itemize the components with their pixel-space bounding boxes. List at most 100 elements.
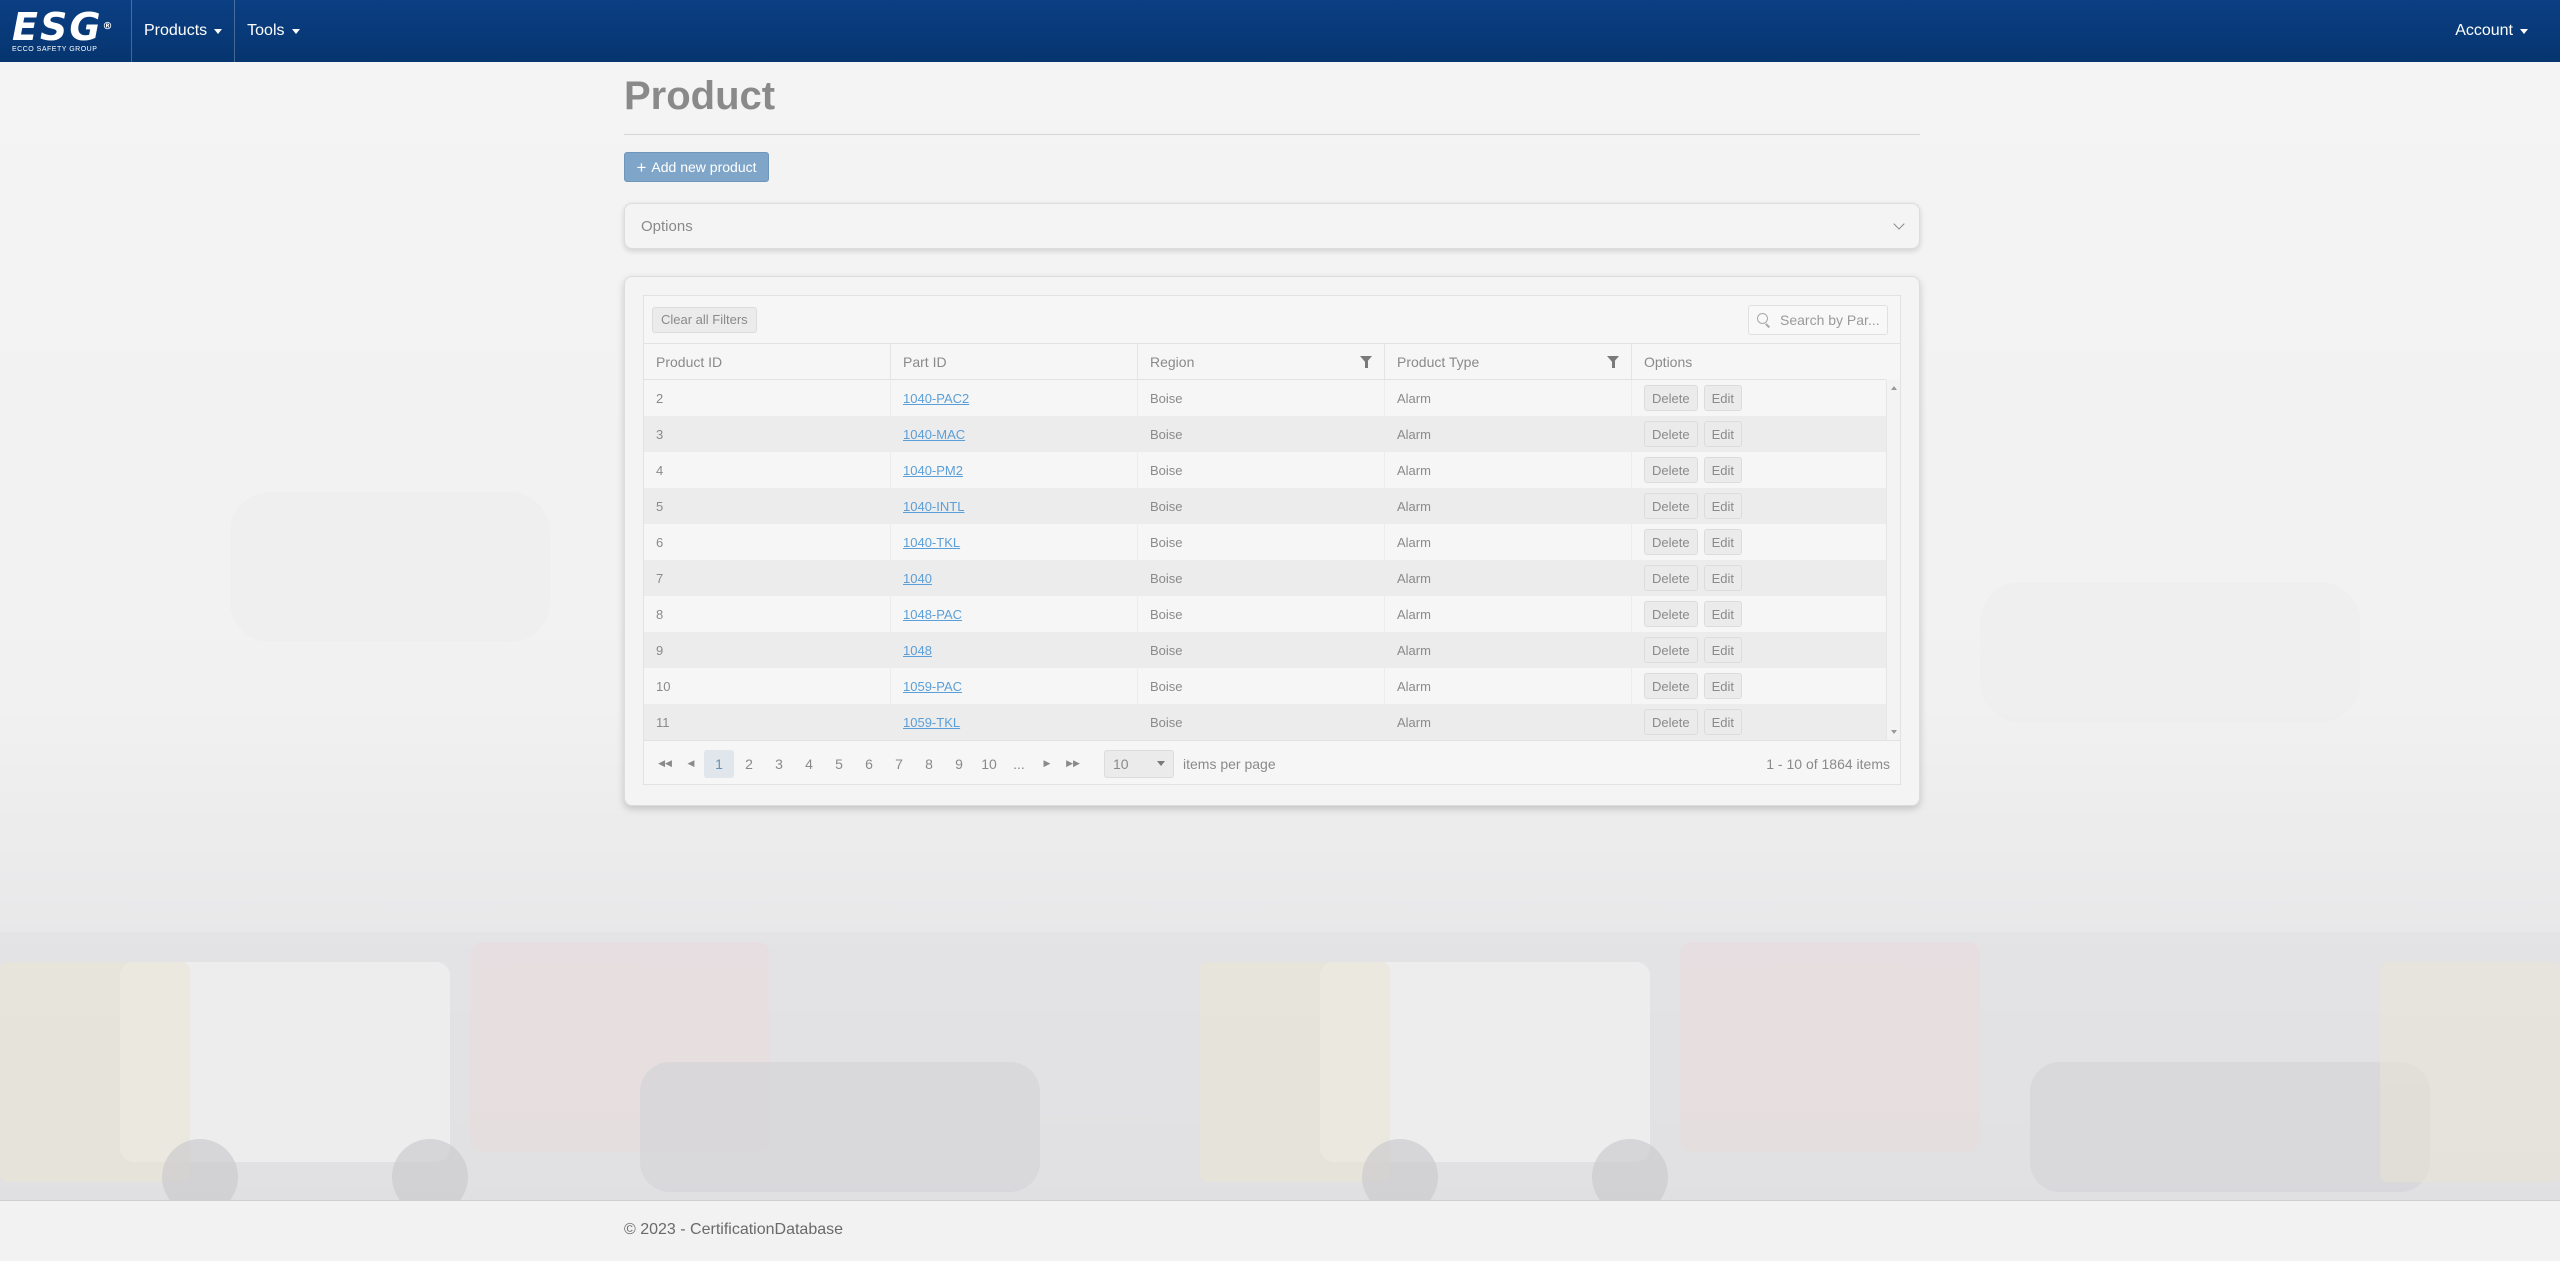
brand-logo-link[interactable]: ESG® ECCO SAFETY GROUP	[0, 0, 132, 62]
cell-product-id: 7	[644, 560, 891, 596]
column-header-part-id[interactable]: Part ID	[891, 344, 1138, 379]
edit-button[interactable]: Edit	[1703, 637, 1742, 663]
delete-button[interactable]: Delete	[1644, 709, 1698, 735]
grid-toolbar: Clear all Filters Search by Par...	[644, 296, 1900, 344]
delete-button[interactable]: Delete	[1644, 565, 1698, 591]
main-content: Product + Add new product Options Clear …	[624, 62, 1920, 806]
scroll-up-icon[interactable]	[1891, 386, 1897, 390]
part-id-link[interactable]: 1040-MAC	[903, 427, 965, 442]
cell-product-type: Alarm	[1385, 452, 1632, 488]
cell-options: Delete Edit	[1632, 416, 1880, 452]
scroll-down-icon[interactable]	[1891, 730, 1897, 734]
products-menu[interactable]: Products	[132, 0, 236, 62]
cell-region: Boise	[1138, 452, 1385, 488]
table-row: 6 1040-TKL Boise Alarm Delete Edit	[644, 524, 1886, 560]
brand-subtitle: ECCO SAFETY GROUP	[12, 46, 98, 53]
page-number-button[interactable]: 6	[854, 750, 884, 778]
delete-button[interactable]: Delete	[1644, 457, 1698, 483]
title-divider	[624, 134, 1920, 135]
part-id-link[interactable]: 1040-TKL	[903, 535, 960, 550]
column-header-product-type[interactable]: Product Type	[1385, 344, 1632, 379]
cell-region: Boise	[1138, 560, 1385, 596]
part-id-link[interactable]: 1040-INTL	[903, 499, 964, 514]
options-expander[interactable]: Options	[624, 203, 1920, 249]
account-menu-label: Account	[2455, 22, 2513, 39]
column-header-product-id[interactable]: Product ID	[644, 344, 891, 379]
edit-button[interactable]: Edit	[1703, 709, 1742, 735]
cell-product-id: 9	[644, 632, 891, 668]
delete-button[interactable]: Delete	[1644, 529, 1698, 555]
edit-button[interactable]: Edit	[1703, 493, 1742, 519]
grid-header: Product ID Part ID Region Product Type O…	[644, 344, 1886, 380]
plus-icon: +	[636, 157, 647, 177]
delete-button[interactable]: Delete	[1644, 601, 1698, 627]
part-id-link[interactable]: 1048-PAC	[903, 607, 962, 622]
next-page-icon[interactable]: ▶	[1034, 751, 1060, 777]
page-number-button[interactable]: 8	[914, 750, 944, 778]
page-number-button[interactable]: 9	[944, 750, 974, 778]
page-number-button[interactable]: 3	[764, 750, 794, 778]
edit-button[interactable]: Edit	[1703, 565, 1742, 591]
account-menu[interactable]: Account	[2443, 0, 2540, 62]
page-size-value: 10	[1113, 755, 1129, 772]
cell-part-id: 1040	[891, 560, 1138, 596]
part-id-link[interactable]: 1048	[903, 643, 932, 658]
delete-button[interactable]: Delete	[1644, 673, 1698, 699]
edit-button[interactable]: Edit	[1703, 529, 1742, 555]
edit-button[interactable]: Edit	[1703, 421, 1742, 447]
tools-menu[interactable]: Tools	[235, 0, 311, 62]
page-number-button[interactable]: 7	[884, 750, 914, 778]
delete-button[interactable]: Delete	[1644, 421, 1698, 447]
cell-product-type: Alarm	[1385, 596, 1632, 632]
cell-part-id: 1040-MAC	[891, 416, 1138, 452]
cell-product-type: Alarm	[1385, 416, 1632, 452]
last-page-icon[interactable]: ▶▶	[1060, 751, 1086, 777]
table-row: 9 1048 Boise Alarm Delete Edit	[644, 632, 1886, 668]
edit-button[interactable]: Edit	[1703, 673, 1742, 699]
edit-button[interactable]: Edit	[1703, 385, 1742, 411]
page-number-button[interactable]: 10	[974, 750, 1004, 778]
page-size-select[interactable]: 10	[1104, 749, 1174, 778]
footer: © 2023 - CertificationDatabase	[0, 1200, 2560, 1261]
edit-button[interactable]: Edit	[1703, 457, 1742, 483]
cell-product-id: 10	[644, 668, 891, 704]
cell-region: Boise	[1138, 380, 1385, 416]
cell-region: Boise	[1138, 524, 1385, 560]
filter-icon[interactable]	[1360, 356, 1372, 368]
part-id-link[interactable]: 1040	[903, 571, 932, 586]
page-number-button[interactable]: 2	[734, 750, 764, 778]
items-per-page-label: items per page	[1183, 755, 1276, 772]
chevron-down-icon	[2520, 28, 2528, 34]
cell-region: Boise	[1138, 704, 1385, 740]
filter-icon[interactable]	[1607, 356, 1619, 368]
first-page-icon[interactable]: ◀◀	[652, 751, 678, 777]
pager-info: 1 - 10 of 1864 items	[1766, 755, 1890, 772]
delete-button[interactable]: Delete	[1644, 385, 1698, 411]
vertical-scrollbar[interactable]	[1886, 380, 1900, 740]
part-id-link[interactable]: 1040-PM2	[903, 463, 963, 478]
part-id-link[interactable]: 1059-PAC	[903, 679, 962, 694]
previous-page-icon[interactable]: ◀	[678, 751, 704, 777]
delete-button[interactable]: Delete	[1644, 637, 1698, 663]
cell-product-id: 8	[644, 596, 891, 632]
search-placeholder: Search by Par...	[1780, 311, 1880, 328]
cell-product-type: Alarm	[1385, 524, 1632, 560]
delete-button[interactable]: Delete	[1644, 493, 1698, 519]
part-id-link[interactable]: 1040-PAC2	[903, 391, 969, 406]
more-pages-button[interactable]: ...	[1004, 750, 1034, 778]
page-number-button[interactable]: 1	[704, 749, 734, 778]
cell-options: Delete Edit	[1632, 668, 1880, 704]
page-number-button[interactable]: 4	[794, 750, 824, 778]
cell-options: Delete Edit	[1632, 488, 1880, 524]
column-header-region[interactable]: Region	[1138, 344, 1385, 379]
column-header-label: Options	[1644, 353, 1693, 370]
clear-all-filters-button[interactable]: Clear all Filters	[652, 306, 757, 333]
cell-options: Delete Edit	[1632, 380, 1880, 416]
page-number-button[interactable]: 5	[824, 750, 854, 778]
part-id-link[interactable]: 1059-TKL	[903, 715, 960, 730]
edit-button[interactable]: Edit	[1703, 601, 1742, 627]
table-row: 4 1040-PM2 Boise Alarm Delete Edit	[644, 452, 1886, 488]
add-new-product-button[interactable]: + Add new product	[624, 152, 769, 182]
footer-copyright: © 2023 - CertificationDatabase	[624, 1221, 844, 1238]
search-input[interactable]: Search by Par...	[1748, 304, 1888, 335]
